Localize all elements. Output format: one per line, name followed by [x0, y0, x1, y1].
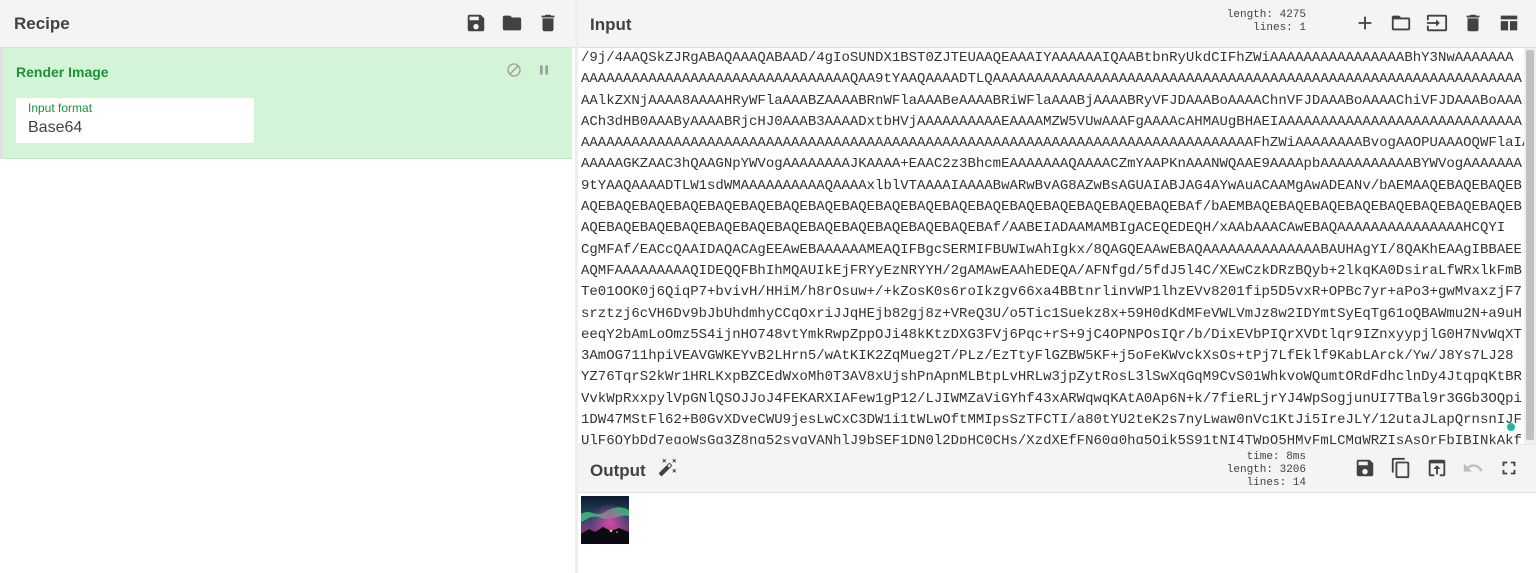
trash-icon[interactable]: [537, 12, 559, 34]
open-file-icon[interactable]: [1426, 12, 1448, 34]
output-length-value: 3206: [1279, 464, 1306, 476]
input-text-line: YZ76TqrS2kWr1HRLKxpBZCEdWxoMh0T3AV8xUjsh…: [581, 369, 1522, 386]
input-text-line: AQEBAQEBAQEBAQEBAQEBAQEBAQEBAQEBAQEBAQEB…: [581, 220, 1506, 237]
input-text-line: UlF6QYbDd7egoWsGg3Z8nq52svqVANhlJ9bSEF1D…: [581, 433, 1522, 445]
input-lines-value: 1: [1299, 22, 1306, 34]
input-text-line: Te01OOK0j6QiqP7+bvivH/HHiM/h8rOsuw+/+kZo…: [581, 284, 1522, 301]
trash-icon[interactable]: [1462, 12, 1484, 34]
output-toolbar: [1354, 457, 1520, 479]
folder-icon[interactable]: [1390, 12, 1412, 34]
input-text-line: AQMFAAAAAAAAAQIDEQQFBhIhMQAUIkEjFRYyEzNR…: [581, 262, 1522, 279]
operation-render-image[interactable]: Render Image Input format Base64: [3, 48, 572, 159]
input-text-line: AAAAAAAAAAAAAAAAAAAAAAAAAAAAAAAAAAAAAAAA…: [581, 135, 1524, 152]
input-text-line: AQEBAQEBAQEBAQEBAQEBAQEBAQEBAQEBAQEBAQEB…: [581, 199, 1522, 216]
operation-name: Render Image: [16, 64, 109, 80]
input-length-value: 4275: [1279, 9, 1306, 21]
input-text-area[interactable]: /9j/4AAQSkZJRgABAQAAAQABAAD/4gIoSUNDX1BS…: [578, 48, 1524, 445]
input-text-line: /9j/4AAQSkZJRgABAQAAAQABAAD/4gIoSUNDX1BS…: [581, 50, 1514, 66]
folder-icon[interactable]: [501, 12, 523, 34]
pause-icon[interactable]: [536, 62, 552, 83]
recipe-toolbar: [465, 12, 559, 34]
input-text-line: AAAAAAAAAAAAAAAAAAAAAAAAAAAAAAAAQAA9tYAA…: [581, 71, 1522, 88]
disable-icon[interactable]: [506, 62, 522, 83]
input-text-line: srztzj6cVH6Dv9bJbUhdmhyCCqOxriJJqHEjb82g…: [581, 305, 1522, 322]
input-text-line: eeqY2bAmLoOmz5S4ijnHO748vtYmkRwpZppOJi48…: [581, 326, 1522, 343]
input-scroll-thumb[interactable]: [1526, 50, 1534, 440]
input-text-line: 9tYAAQAAAADTLW1sdWMAAAAAAAAAAQAAAAxlblVT…: [581, 177, 1522, 194]
save-icon[interactable]: [465, 12, 487, 34]
replace-input-icon[interactable]: [1426, 457, 1448, 479]
input-text-line: 3AmOG711hpiVEAVGWKEYvB2LHrn5/wAtKIK2ZqMu…: [581, 348, 1514, 365]
output-length-label: length:: [1226, 464, 1273, 476]
input-text-line: ACh3dHB0AAAByAAAABRjcHJ0AAAB3AAAADxtbHVj…: [581, 113, 1522, 130]
input-text-line: CgMFAf/EACcQAAIDAQACAgEEAwEBAAAAAAMEAQIF…: [581, 241, 1522, 258]
layout-icon[interactable]: [1498, 12, 1520, 34]
input-length-label: length:: [1226, 9, 1273, 21]
input-toolbar: [1354, 12, 1520, 34]
output-header: Output time: 8ms length: 3206 lines: 14: [578, 445, 1536, 493]
input-lines-label: lines:: [1253, 22, 1293, 34]
output-lines-value: 14: [1292, 477, 1306, 489]
input-format-field[interactable]: Input format Base64: [16, 98, 254, 143]
input-scrollbar[interactable]: [1524, 48, 1536, 445]
input-header: Input length: 4275 lines: 1: [578, 0, 1536, 48]
input-text-line: AAlkZXNjAAAA8AAAAHRyWFlaAAABZAAAABRnWFla…: [581, 92, 1522, 109]
input-format-label: Input format: [28, 101, 93, 115]
input-panel: Input length: 4275 lines: 1 /9j/4AAQSkZJ…: [578, 0, 1536, 445]
output-time-value: 8ms: [1286, 451, 1306, 463]
output-time-label: time:: [1246, 451, 1280, 463]
copy-icon[interactable]: [1390, 457, 1412, 479]
status-dot: [1507, 423, 1515, 431]
maximise-icon[interactable]: [1498, 457, 1520, 479]
output-stats: time: 8ms length: 3206 lines: 14: [1218, 451, 1306, 490]
recipe-panel: Recipe Render Image Input format Base64: [0, 0, 576, 573]
input-text-line: AAAAAGKZAAC3hQAAGNpYWVogAAAAAAAAJKAAAA+E…: [581, 156, 1522, 173]
recipe-title: Recipe: [14, 14, 70, 33]
recipe-header: Recipe: [0, 0, 575, 48]
input-title: Input: [590, 15, 632, 34]
output-title: Output: [590, 461, 646, 480]
output-lines-label: lines:: [1246, 477, 1287, 489]
input-stats: length: 4275 lines: 1: [1218, 9, 1306, 35]
rendered-image: [581, 496, 629, 544]
input-format-value[interactable]: Base64: [28, 119, 82, 137]
undo-icon[interactable]: [1462, 457, 1484, 479]
output-panel: Output time: 8ms length: 3206 lines: 14: [578, 445, 1536, 573]
operation-controls: [506, 62, 552, 83]
save-icon[interactable]: [1354, 457, 1376, 479]
input-text-line: 1DW47MStFl62+B0GvXDveCWU9jesLwCxC3DW1i1t…: [581, 412, 1522, 429]
magic-wand-icon[interactable]: [658, 457, 678, 482]
input-text-line: VvkWpRxxpylVpGNlQSOJJoJ4FEKARXIAFew1gP12…: [581, 390, 1522, 407]
plus-icon[interactable]: [1354, 12, 1376, 34]
